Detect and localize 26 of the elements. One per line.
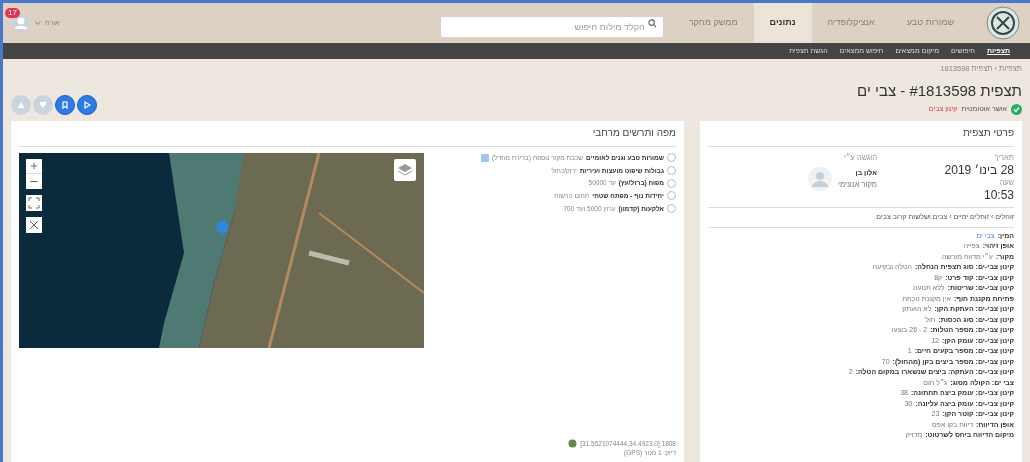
- notification-badge: 17: [5, 8, 20, 18]
- avatar-icon[interactable]: [11, 13, 31, 33]
- search-icon: [647, 19, 657, 28]
- emblem-logo-icon: [986, 6, 1020, 40]
- action-button[interactable]: [55, 94, 75, 115]
- bookmark-icon: [61, 100, 69, 109]
- warning-icon: [17, 100, 25, 109]
- layer-checkbox[interactable]: [667, 191, 676, 201]
- panel-title: פרטי תצפית: [708, 124, 1014, 147]
- map-marker-icon[interactable]: [216, 220, 229, 244]
- time-value: 10:53: [982, 188, 1014, 203]
- layer-checkbox[interactable]: [667, 153, 676, 163]
- panel-title: מפה ותרשים מרחבי: [19, 124, 676, 147]
- search-field[interactable]: הקלד מילות חיפוש: [440, 17, 663, 37]
- date-value: 28 בינו׳ 2019: [944, 163, 1014, 177]
- action-button[interactable]: [77, 94, 97, 115]
- layer-checkbox[interactable]: [667, 204, 676, 214]
- layer-checkbox[interactable]: [667, 178, 676, 188]
- map-pin-icon[interactable]: [568, 438, 578, 448]
- caret-icon: [35, 21, 41, 25]
- page-title: תצפית #1813598 - צבי ים: [857, 81, 1022, 102]
- layer-checkbox[interactable]: [667, 165, 676, 175]
- layers-icon[interactable]: [394, 158, 416, 181]
- play-icon: [83, 100, 91, 109]
- nav-tab[interactable]: נתונים: [753, 3, 812, 43]
- avatar-icon: [808, 167, 832, 191]
